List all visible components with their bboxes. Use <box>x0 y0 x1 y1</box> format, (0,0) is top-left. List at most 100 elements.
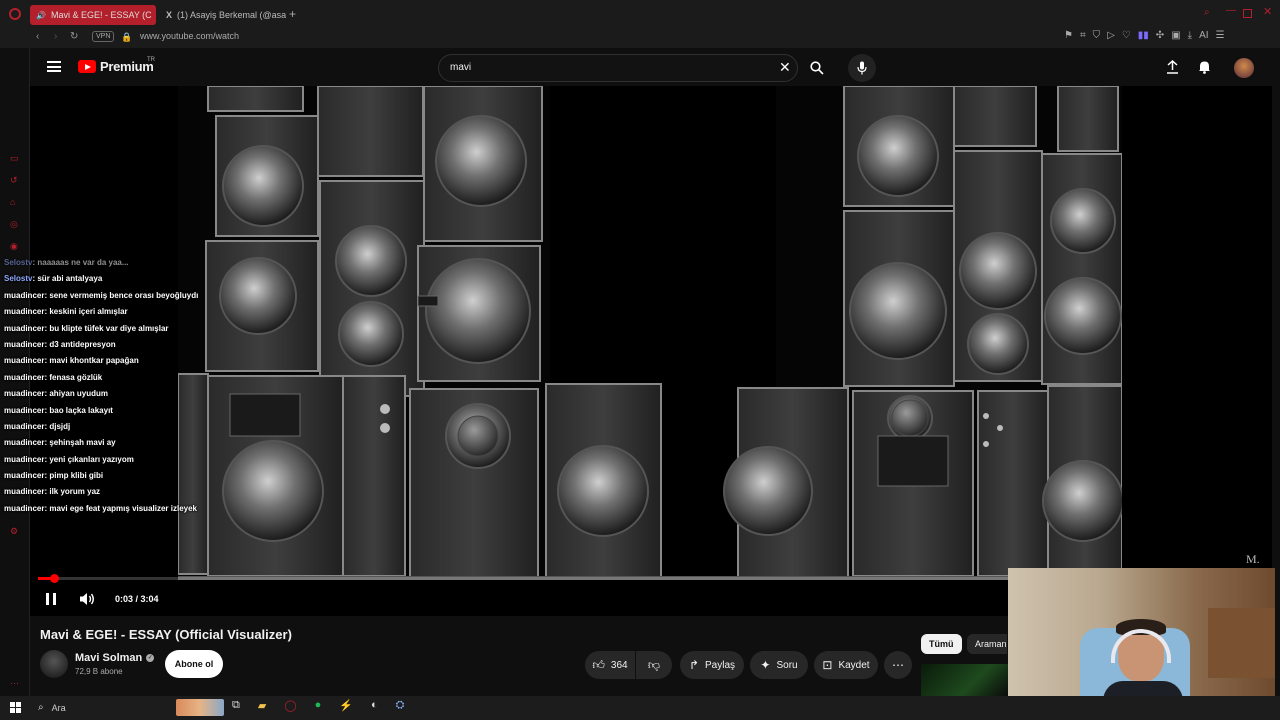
file-explorer-icon[interactable]: ▰ <box>258 699 266 712</box>
sidebar-instagram-icon[interactable]: ◎ <box>10 219 22 229</box>
shield-icon[interactable]: ⛉ <box>1093 30 1101 41</box>
back-icon[interactable]: ‹ <box>36 30 39 44</box>
save-label: Kaydet <box>838 659 870 671</box>
verified-icon: ✓ <box>146 654 155 662</box>
video-watermark: M. <box>1246 552 1260 566</box>
voice-search-icon[interactable] <box>848 54 876 82</box>
thumbs-up-icon: 👍︎ <box>592 657 605 672</box>
windows-start-icon[interactable] <box>10 702 21 713</box>
play-icon[interactable]: ▷ <box>1107 30 1115 41</box>
pause-icon[interactable] <box>46 593 56 605</box>
url-field[interactable]: www.youtube.com/watch <box>140 31 239 41</box>
channel-name[interactable]: Mavi Solman ✓ <box>75 652 155 664</box>
heart-icon[interactable]: ♡ <box>1122 30 1131 41</box>
vpn-badge[interactable]: VPN <box>92 31 115 42</box>
search-tabs-icon[interactable]: ⌕ <box>1204 7 1210 18</box>
opera-logo-icon[interactable] <box>9 8 21 20</box>
chat-username: muadincer <box>4 421 45 431</box>
tab-title: (1) Asayiş Berkemal (@asay <box>177 10 286 20</box>
chat-message: muadincer: bao laçka lakayıt <box>0 403 215 419</box>
shelf <box>1208 608 1275 678</box>
obs-icon[interactable]: ◐ <box>371 699 378 712</box>
share-button[interactable]: ↱ Paylaş <box>680 651 744 679</box>
share-label: Paylaş <box>705 659 736 671</box>
dislike-button[interactable]: 👎︎ <box>636 651 672 679</box>
chat-username: muadincer <box>4 356 45 366</box>
steam-icon[interactable]: ⛭ <box>396 699 405 712</box>
search-icon[interactable] <box>803 54 831 82</box>
chat-message: muadincer: ahiyan uyudum <box>0 386 215 402</box>
progress-bar[interactable] <box>38 574 1008 583</box>
lock-icon: 🔒 <box>121 32 133 42</box>
chip-all[interactable]: Tümü <box>921 634 962 654</box>
ai-icon[interactable]: AI <box>1199 30 1208 41</box>
volume-icon[interactable] <box>79 592 95 611</box>
lightning-app-icon[interactable]: ⚡ <box>339 699 353 712</box>
recommended-thumbnail[interactable] <box>921 664 1008 696</box>
scrubber-handle[interactable] <box>49 574 59 583</box>
chat-message: Selostv: naaaaas ne var da yaa... <box>0 255 215 271</box>
chat-username: Selostv <box>4 274 33 284</box>
chat-message: muadincer: mavi ege feat yapmış visualiz… <box>0 501 215 517</box>
chat-text: : sene vermemiş bence orası beyoğluydı <box>44 290 199 300</box>
more-actions-button[interactable]: ⋯ <box>884 651 912 679</box>
maximize-button[interactable] <box>1243 9 1252 18</box>
x-logo-icon: X <box>166 10 173 20</box>
tab-youtube[interactable]: 🔊 Mavi & EGE! - ESSAY (C <box>30 5 156 25</box>
menu-icon[interactable]: ☰ <box>1216 30 1225 41</box>
chat-text: : ahiyan uyudum <box>44 389 109 399</box>
chat-username: muadincer <box>4 290 45 300</box>
channel-avatar[interactable] <box>40 650 68 678</box>
youtube-logo[interactable]: Premium <box>78 59 154 74</box>
download-icon[interactable]: ⤓ <box>1188 30 1192 41</box>
chip-search[interactable]: Araman <box>967 634 1007 654</box>
subscriber-count: 72,9 B abone <box>75 667 123 676</box>
sidebar-photos-icon[interactable]: ▭ <box>10 153 22 163</box>
sidebar-lock-icon[interactable]: ⌂ <box>10 197 22 207</box>
reload-icon[interactable]: ↻ <box>70 30 78 44</box>
chat-text: : yeni çıkanları yazıyom <box>44 454 134 464</box>
avatar[interactable] <box>1234 58 1254 78</box>
taskbar-search[interactable]: ⌕ Ara <box>32 699 172 716</box>
ask-button[interactable]: ✦ Soru <box>750 651 808 679</box>
video-frame-speakers <box>178 86 1122 580</box>
browser-tab-bar: 🔊 Mavi & EGE! - ESSAY (C X (1) Asayiş Be… <box>0 0 1280 28</box>
notifications-bell-icon[interactable] <box>1198 60 1211 79</box>
sidebar-settings-icon[interactable]: ⚙ <box>10 526 22 536</box>
close-window-button[interactable]: ✕ <box>1263 5 1272 18</box>
hamburger-menu-icon[interactable] <box>47 61 61 72</box>
tab-title: Mavi & EGE! - ESSAY (C <box>50 10 152 20</box>
like-button[interactable]: 👍︎ 364 <box>585 651 635 679</box>
search-input[interactable]: mavi <box>450 62 471 73</box>
sidebar-messenger-icon[interactable]: ◉ <box>10 241 22 251</box>
bookmark-icon[interactable]: ⚑ <box>1064 30 1073 41</box>
spotify-icon[interactable]: ● <box>315 699 322 712</box>
sidebar-refresh-icon[interactable]: ↺ <box>10 175 22 185</box>
clear-search-icon[interactable]: ✕ <box>779 59 791 76</box>
opera-taskbar-icon[interactable]: ◯ <box>284 699 296 712</box>
sidebar-more-icon[interactable]: ⋯ <box>10 678 22 688</box>
speaker-icon: 🔊 <box>36 10 46 20</box>
puzzle-icon[interactable]: ✣ <box>1156 30 1164 41</box>
upload-icon[interactable] <box>1166 59 1179 79</box>
wallet-icon[interactable]: ▣ <box>1171 30 1180 41</box>
chat-message: muadincer: d3 antidepresyon <box>0 337 215 353</box>
extension-icon[interactable]: ▮▮ <box>1138 30 1149 41</box>
save-button[interactable]: ⊡ Kaydet <box>814 651 878 679</box>
minimize-button[interactable]: — <box>1226 5 1236 16</box>
thumbs-down-icon: 👎︎ <box>647 657 661 672</box>
forward-icon[interactable]: › <box>54 30 57 44</box>
chat-text: : pimp klibi gibi <box>44 471 104 481</box>
tab-x[interactable]: X (1) Asayiş Berkemal (@asay <box>160 5 286 25</box>
chat-text: : sür abi antalyaya <box>32 274 103 284</box>
taskbar-widget-image[interactable] <box>176 699 224 716</box>
new-tab-button[interactable]: + <box>289 7 296 21</box>
task-view-icon[interactable]: ⧉ <box>232 699 240 712</box>
subscribe-button[interactable]: Abone ol <box>165 650 223 678</box>
snapshot-icon[interactable]: ⌗ <box>1080 30 1086 41</box>
chat-text: : keskini içeri almışlar <box>44 307 128 317</box>
search-box[interactable] <box>438 54 798 82</box>
chat-text: : ilk yorum yaz <box>44 487 101 497</box>
like-count: 364 <box>610 659 628 671</box>
chat-username: muadincer <box>4 323 45 333</box>
